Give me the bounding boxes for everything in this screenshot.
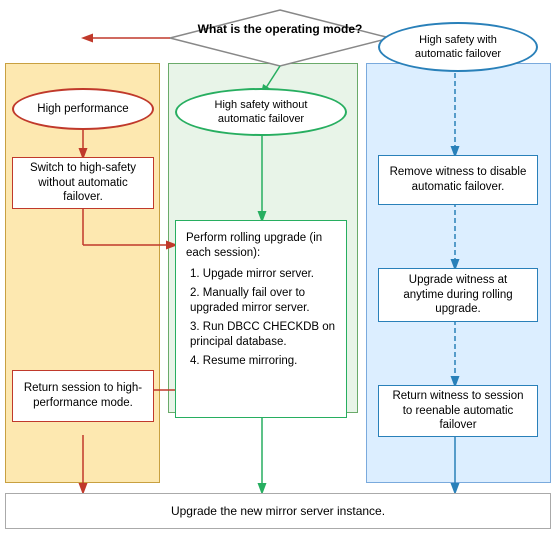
rolling-upgrade-title: Perform rolling upgrade (in each session… — [186, 231, 336, 261]
return-session-label: Return session to high-performance mode. — [23, 381, 143, 411]
upgrade-witness-label: Upgrade witness at anytime during rollin… — [389, 273, 527, 318]
node-high-performance: High performance — [12, 88, 154, 130]
node-high-safety-no-failover: High safety without automatic failover — [175, 88, 347, 136]
node-return-session: Return session to high-performance mode. — [12, 370, 154, 422]
diagram: What is the operating mode? — [0, 0, 560, 534]
rolling-upgrade-item-1: 1. Upgade mirror server. — [186, 267, 314, 282]
svg-text:What is the operating mode?: What is the operating mode? — [198, 22, 363, 36]
node-rolling-upgrade: Perform rolling upgrade (in each session… — [175, 220, 347, 418]
high-safety-failover-label: High safety with automatic failover — [394, 33, 522, 62]
high-performance-label: High performance — [37, 102, 128, 117]
node-high-safety-failover: High safety with automatic failover — [378, 22, 538, 72]
node-switch-high-safety: Switch to high-safety without automatic … — [12, 157, 154, 209]
node-return-witness: Return witness to session to reenable au… — [378, 385, 538, 437]
node-remove-witness: Remove witness to disable automatic fail… — [378, 155, 538, 205]
node-upgrade-witness: Upgrade witness at anytime during rollin… — [378, 268, 538, 322]
rolling-upgrade-item-2: 2. Manually fail over to upgraded mirror… — [186, 286, 336, 316]
return-witness-label: Return witness to session to reenable au… — [389, 389, 527, 434]
rolling-upgrade-item-4: 4. Resume mirroring. — [186, 354, 297, 369]
high-safety-no-failover-label: High safety without automatic failover — [191, 98, 331, 127]
bottom-label: Upgrade the new mirror server instance. — [171, 504, 385, 518]
bottom-box: Upgrade the new mirror server instance. — [5, 493, 551, 529]
switch-high-safety-label: Switch to high-safety without automatic … — [23, 161, 143, 206]
remove-witness-label: Remove witness to disable automatic fail… — [389, 165, 527, 195]
rolling-upgrade-item-3: 3. Run DBCC CHECKDB on principal databas… — [186, 320, 336, 350]
